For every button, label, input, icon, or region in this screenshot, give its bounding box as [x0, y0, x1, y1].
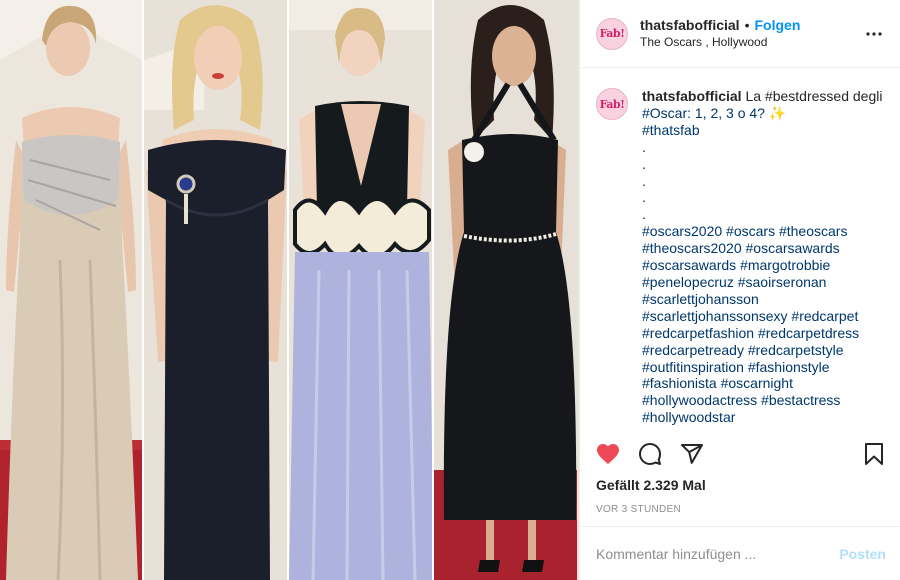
- separator-dot: •: [744, 16, 750, 33]
- comment-bubble-icon[interactable]: [638, 442, 662, 466]
- hashtag-line[interactable]: #oscars2020 #oscars #theoscars: [642, 223, 882, 240]
- avatar-logo-text: Fab!: [599, 27, 625, 40]
- instagram-post: Fab! thatsfabofficial • Folgen The Oscar…: [0, 0, 900, 580]
- caption-line: .: [642, 206, 646, 223]
- paper-plane-icon[interactable]: [680, 442, 704, 466]
- caption-area: Fab! thatsfabofficial La #bestdressed de…: [580, 68, 900, 428]
- caption-line: #Oscar: 1, 2, 3 o 4? ✨: [642, 104, 787, 121]
- account-username[interactable]: thatsfabofficial: [640, 17, 740, 34]
- bookmark-icon[interactable]: [862, 442, 886, 466]
- post-header: Fab! thatsfabofficial • Folgen The Oscar…: [580, 0, 900, 68]
- heart-filled-icon[interactable]: [596, 442, 620, 466]
- hashtag-line[interactable]: #penelopecruz #saoirseronan: [642, 274, 882, 291]
- post-timestamp[interactable]: VOR 3 STUNDEN: [596, 504, 681, 515]
- hashtag-line[interactable]: #redcarpetfashion #redcarpetdress: [642, 325, 882, 342]
- caption-line: .: [642, 172, 646, 189]
- hashtag-line[interactable]: #scarlettjohansson: [642, 291, 882, 308]
- action-bar: [596, 440, 886, 468]
- caption-line: .: [642, 138, 646, 155]
- hashtag-line[interactable]: #oscarsawards #margotrobbie: [642, 257, 882, 274]
- photo-panel-2: [142, 0, 287, 580]
- post-sidebar: Fab! thatsfabofficial • Folgen The Oscar…: [579, 0, 900, 580]
- hashtag-line[interactable]: #outfitinspiration #fashionstyle: [642, 359, 882, 376]
- hashtag-line[interactable]: #scarlettjohanssonsexy #redcarpet: [642, 308, 882, 325]
- caption-avatar[interactable]: Fab!: [596, 88, 628, 120]
- caption-text: thatsfabofficial La #bestdressed degli #…: [642, 88, 882, 428]
- likes-count[interactable]: Gefällt 2.329 Mal: [596, 477, 706, 493]
- comment-input[interactable]: [596, 545, 840, 562]
- header-text: thatsfabofficial • Folgen The Oscars , H…: [640, 17, 862, 51]
- follow-button[interactable]: Folgen: [754, 17, 800, 34]
- hashtag-line[interactable]: #theoscars2020 #oscarsawards: [642, 240, 882, 257]
- hashtag-line[interactable]: #hollywoodstar: [642, 409, 882, 426]
- caption-username[interactable]: thatsfabofficial: [642, 88, 742, 104]
- hashtag-line[interactable]: #fashionista #oscarnight: [642, 375, 882, 392]
- caption-line-text: La #bestdressed degli: [745, 88, 883, 104]
- hashtag-line[interactable]: #redcarpetready #redcarpetstyle: [642, 342, 882, 359]
- photo-panel-3: [287, 0, 432, 580]
- caption-line: .: [642, 189, 646, 206]
- more-options-icon[interactable]: [862, 22, 886, 46]
- post-photo[interactable]: [0, 0, 579, 580]
- header-row: thatsfabofficial • Folgen: [640, 17, 862, 34]
- photo-panel-1: [0, 0, 142, 580]
- caption-line: thatsfabofficial La #bestdressed degli: [642, 88, 882, 105]
- comment-box: Posten: [580, 526, 900, 580]
- account-avatar[interactable]: Fab!: [596, 17, 628, 50]
- photo-panel-4: [432, 0, 577, 580]
- post-comment-button[interactable]: Posten: [839, 546, 886, 562]
- hashtag-line[interactable]: #hollywoodactress #bestactress: [642, 392, 882, 409]
- caption-line: .: [642, 155, 646, 172]
- caption-line[interactable]: #thatsfab: [642, 122, 882, 139]
- caption-avatar-logo-text: Fab!: [599, 97, 625, 111]
- post-location[interactable]: The Oscars , Hollywood: [640, 34, 862, 51]
